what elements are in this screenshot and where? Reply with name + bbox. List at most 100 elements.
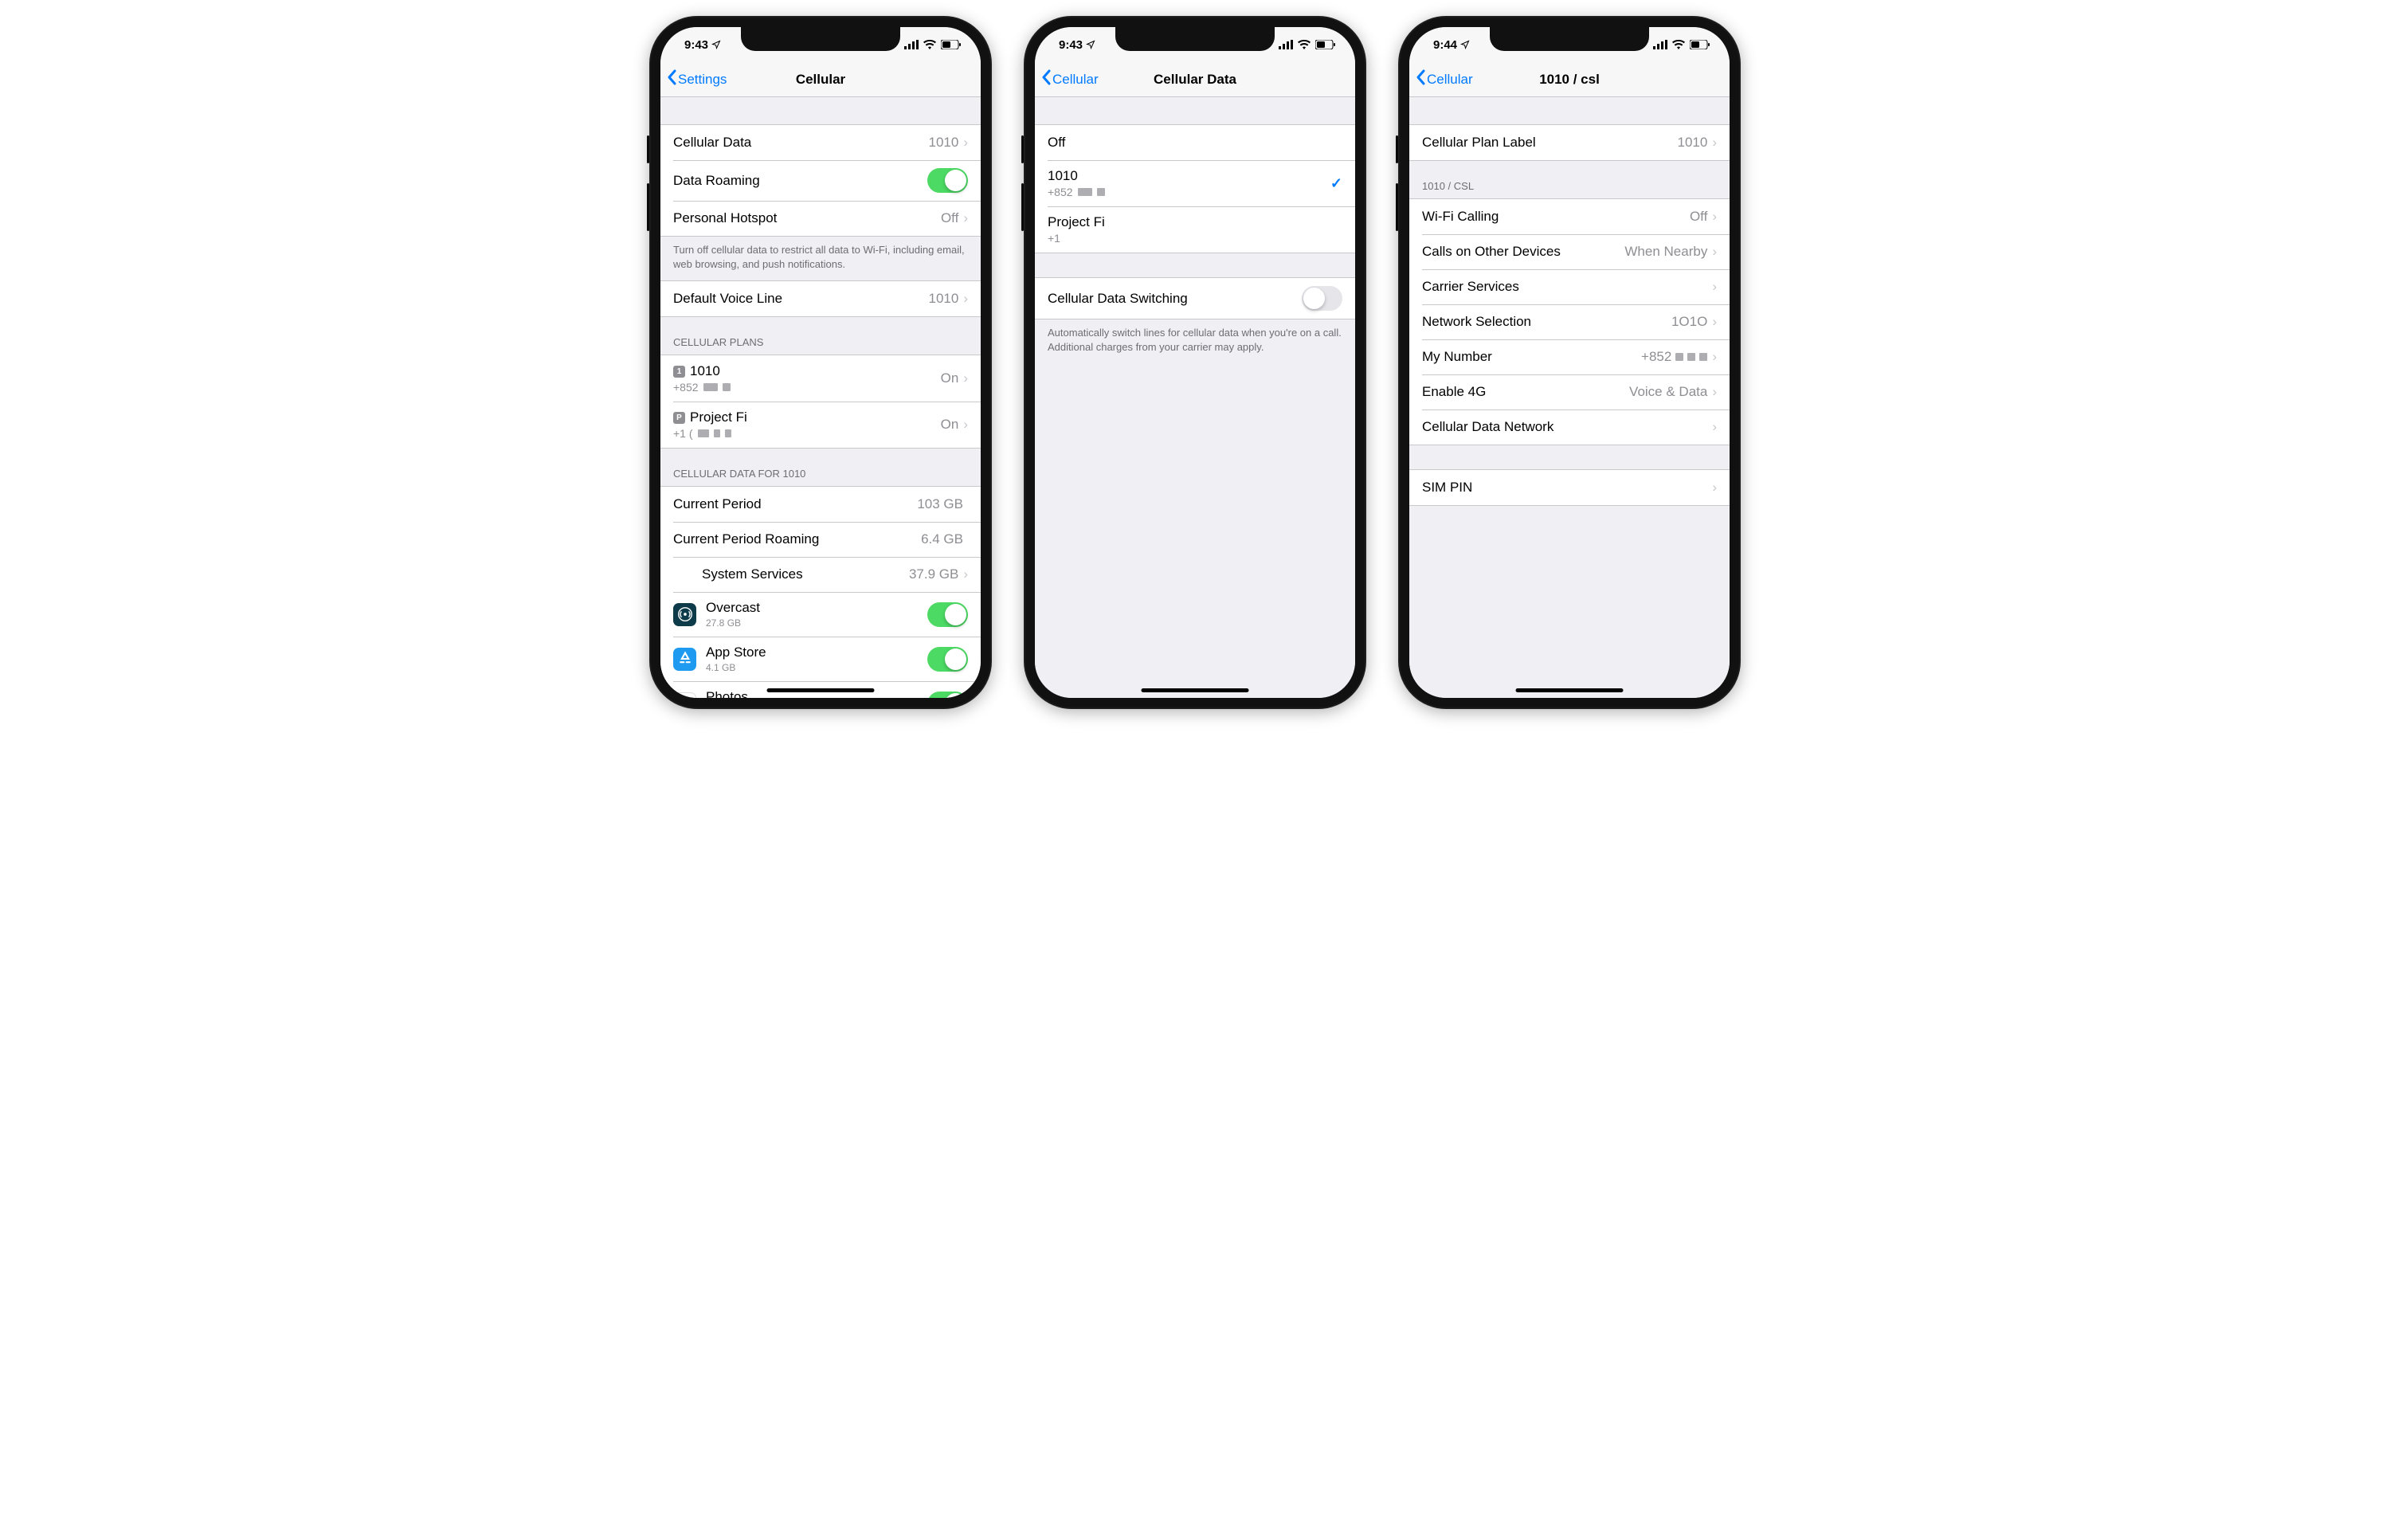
data-roaming-row[interactable]: Data Roaming	[660, 160, 981, 201]
my-number-row[interactable]: My Number +852 ›	[1409, 339, 1730, 374]
section-header: CELLULAR PLANS	[660, 317, 981, 355]
nav-bar: Settings Cellular	[660, 62, 981, 97]
wifi-calling-row[interactable]: Wi-Fi Calling Off ›	[1409, 199, 1730, 234]
chevron-right-icon: ›	[963, 417, 968, 433]
system-services-row[interactable]: System Services 37.9 GB ›	[660, 557, 981, 592]
app-row-overcast[interactable]: Overcast 27.8 GB	[660, 592, 981, 637]
cellular-data-row[interactable]: Cellular Data 1010 ›	[660, 125, 981, 160]
photos-app-icon	[673, 692, 696, 698]
cell-value: Voice & Data	[1629, 384, 1707, 400]
phone-cellular: 9:43 Set	[649, 16, 992, 709]
sim-pin-row[interactable]: SIM PIN ›	[1409, 470, 1730, 505]
app-toggle[interactable]	[927, 602, 968, 627]
signal-icon	[1653, 40, 1667, 49]
redacted-icon	[714, 429, 720, 437]
default-voice-row[interactable]: Default Voice Line 1010 ›	[660, 281, 981, 316]
nav-bar: Cellular Cellular Data	[1035, 62, 1355, 97]
cell-label: Enable 4G	[1422, 384, 1629, 400]
app-name: App Store	[706, 645, 927, 660]
cell-label: Data Roaming	[673, 173, 927, 189]
section-footer: Turn off cellular data to restrict all d…	[660, 237, 981, 280]
redacted-icon	[1687, 353, 1695, 361]
scroll-content[interactable]: Cellular Plan Label 1010 › 1010 / CSL Wi…	[1409, 97, 1730, 698]
current-period-row: Current Period 103 GB	[660, 487, 981, 522]
battery-icon	[1315, 40, 1336, 49]
cell-value: 1010	[929, 135, 959, 151]
data-roaming-toggle[interactable]	[927, 168, 968, 193]
notch	[1115, 27, 1275, 51]
cell-label: Calls on Other Devices	[1422, 244, 1624, 260]
chevron-right-icon: ›	[963, 370, 968, 386]
location-icon	[1086, 40, 1095, 49]
redacted-icon	[1097, 188, 1105, 196]
chevron-right-icon: ›	[1712, 349, 1717, 365]
plan-label-row[interactable]: Cellular Plan Label 1010 ›	[1409, 125, 1730, 160]
line-1010-row[interactable]: 1010 +852 ✓	[1035, 160, 1355, 206]
scroll-content[interactable]: Off 1010 +852 ✓ Project Fi	[1035, 97, 1355, 698]
signal-icon	[1279, 40, 1293, 49]
cell-label: My Number	[1422, 349, 1641, 365]
location-icon	[711, 40, 721, 49]
cell-label: Cellular Data	[673, 135, 929, 151]
cell-value: Off	[1690, 209, 1707, 225]
line-number: +1	[1048, 232, 1060, 245]
home-indicator[interactable]	[1142, 688, 1249, 692]
chevron-right-icon: ›	[1712, 384, 1717, 400]
app-name: Overcast	[706, 600, 927, 616]
cellular-data-network-row[interactable]: Cellular Data Network ›	[1409, 409, 1730, 445]
cell-value: When Nearby	[1624, 244, 1707, 260]
app-toggle[interactable]	[927, 692, 968, 698]
chevron-right-icon: ›	[963, 135, 968, 151]
back-button[interactable]: Cellular	[1409, 69, 1473, 89]
line-number: +852	[1048, 186, 1073, 198]
data-switching-row[interactable]: Cellular Data Switching	[1035, 278, 1355, 319]
cell-value: 1010	[929, 291, 959, 307]
chevron-right-icon: ›	[1712, 244, 1717, 260]
notch	[1490, 27, 1649, 51]
plan-row-projectfi[interactable]: P Project Fi +1 ( On ›	[660, 402, 981, 448]
home-indicator[interactable]	[767, 688, 875, 692]
data-switching-toggle[interactable]	[1302, 286, 1342, 311]
chevron-right-icon: ›	[1712, 480, 1717, 496]
redacted-icon	[725, 429, 731, 437]
line-projectfi-row[interactable]: Project Fi +1	[1035, 206, 1355, 253]
chevron-left-icon	[667, 69, 676, 89]
line-off-row[interactable]: Off	[1035, 125, 1355, 160]
line-name: 1010	[1048, 168, 1330, 184]
scroll-content[interactable]: Cellular Data 1010 › Data Roaming Person…	[660, 97, 981, 698]
chevron-right-icon: ›	[963, 210, 968, 226]
chevron-right-icon: ›	[963, 566, 968, 582]
back-label: Cellular	[1427, 72, 1473, 88]
enable-4g-row[interactable]: Enable 4G Voice & Data ›	[1409, 374, 1730, 409]
chevron-left-icon	[1416, 69, 1425, 89]
status-time: 9:43	[1059, 38, 1083, 52]
plan-row-1010[interactable]: 1 1010 +852 On ›	[660, 355, 981, 402]
cell-label: Current Period	[673, 496, 917, 512]
wifi-icon	[1672, 40, 1685, 49]
cell-label: Personal Hotspot	[673, 210, 941, 226]
back-button[interactable]: Settings	[660, 69, 727, 89]
app-toggle[interactable]	[927, 647, 968, 672]
carrier-services-row[interactable]: Carrier Services ›	[1409, 269, 1730, 304]
cell-label: Current Period Roaming	[673, 531, 921, 547]
cell-value: Off	[941, 210, 958, 226]
appstore-app-icon	[673, 648, 696, 671]
checkmark-icon: ✓	[1330, 175, 1342, 192]
cell-label: Cellular Plan Label	[1422, 135, 1678, 151]
status-time: 9:43	[684, 38, 708, 52]
chevron-right-icon: ›	[1712, 419, 1717, 435]
plan-name: Project Fi	[690, 409, 747, 425]
back-button[interactable]: Cellular	[1035, 69, 1099, 89]
cell-label: Cellular Data Switching	[1048, 291, 1302, 307]
network-selection-row[interactable]: Network Selection 1O1O ›	[1409, 304, 1730, 339]
home-indicator[interactable]	[1516, 688, 1624, 692]
plan-status: On	[941, 417, 959, 433]
app-row-appstore[interactable]: App Store 4.1 GB	[660, 637, 981, 681]
personal-hotspot-row[interactable]: Personal Hotspot Off ›	[660, 201, 981, 236]
phone-carrier-detail: 9:44 Cell	[1398, 16, 1741, 709]
line-name: Project Fi	[1048, 214, 1342, 230]
cell-value: 37.9 GB	[909, 566, 958, 582]
cell-label: Off	[1048, 135, 1342, 151]
current-roaming-row: Current Period Roaming 6.4 GB	[660, 522, 981, 557]
calls-other-row[interactable]: Calls on Other Devices When Nearby ›	[1409, 234, 1730, 269]
